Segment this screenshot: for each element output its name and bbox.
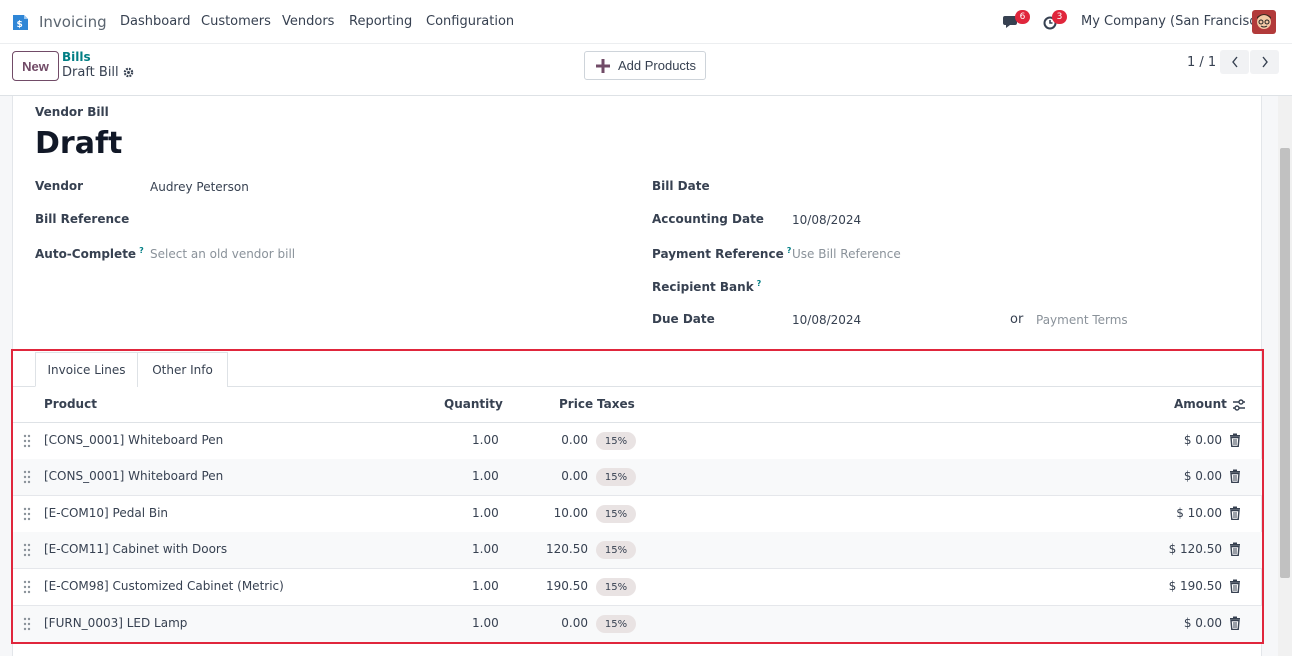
activities-badge: 3 (1052, 10, 1067, 24)
accounting-date-field[interactable]: 10/08/2024 (792, 213, 861, 227)
gear-icon[interactable] (123, 67, 134, 78)
user-avatar[interactable] (1252, 10, 1276, 34)
add-products-label: Add Products (618, 58, 697, 73)
chevron-right-icon (1261, 56, 1268, 68)
activities-button[interactable]: 3 (1043, 10, 1067, 32)
help-tooltip-icon[interactable]: ? (787, 246, 792, 255)
control-panel: New Bills Draft Bill Add Products 1 / 1 (0, 44, 1292, 96)
new-button[interactable]: New (12, 51, 59, 81)
accounting-date-label: Accounting Date (652, 212, 764, 226)
invoicing-app-icon[interactable]: $ (12, 13, 29, 31)
due-date-label: Due Date (652, 312, 715, 326)
app-name[interactable]: Invoicing (39, 13, 107, 31)
bill-date-field[interactable] (792, 180, 992, 196)
menu-reporting[interactable]: Reporting (349, 14, 412, 29)
bill-reference-field[interactable] (150, 213, 610, 229)
messages-badge: 6 (1015, 10, 1030, 24)
payment-reference-label-text: Payment Reference (652, 247, 784, 261)
document-status-title: Draft (35, 126, 123, 161)
bill-date-label: Bill Date (652, 179, 710, 193)
add-products-button[interactable]: Add Products (584, 51, 706, 80)
pager-next-button[interactable] (1250, 50, 1279, 74)
plus-icon (596, 58, 610, 73)
scrollbar-thumb[interactable] (1280, 148, 1290, 578)
payment-terms-field[interactable]: Payment Terms (1036, 313, 1128, 327)
vendor-field[interactable]: Audrey Peterson (150, 180, 249, 194)
breadcrumb-current: Draft Bill (62, 65, 134, 80)
auto-complete-label: Auto-Complete? (35, 246, 144, 261)
payment-reference-field[interactable]: Use Bill Reference (792, 247, 901, 261)
messages-button[interactable]: 6 (1003, 10, 1030, 32)
top-navbar: $ Invoicing Dashboard Customers Vendors … (0, 0, 1292, 44)
due-date-or-text: or (1010, 312, 1024, 327)
help-tooltip-icon[interactable]: ? (757, 279, 762, 288)
recipient-bank-field[interactable] (792, 280, 992, 296)
document-type-label: Vendor Bill (35, 105, 109, 119)
pager-value[interactable]: 1 / 1 (1187, 55, 1216, 70)
breadcrumb-current-label: Draft Bill (62, 65, 119, 80)
due-date-field[interactable]: 10/08/2024 (792, 313, 861, 327)
auto-complete-field[interactable]: Select an old vendor bill (150, 247, 295, 261)
recipient-bank-label: Recipient Bank? (652, 279, 761, 294)
help-tooltip-icon[interactable]: ? (139, 246, 144, 255)
recipient-bank-label-text: Recipient Bank (652, 280, 754, 294)
chevron-left-icon (1231, 56, 1238, 68)
menu-configuration[interactable]: Configuration (426, 14, 514, 29)
auto-complete-label-text: Auto-Complete (35, 247, 137, 261)
menu-vendors[interactable]: Vendors (282, 14, 334, 29)
pager-previous-button[interactable] (1220, 50, 1249, 74)
menu-customers[interactable]: Customers (201, 14, 271, 29)
vendor-label: Vendor (35, 179, 84, 193)
bill-reference-label: Bill Reference (35, 212, 130, 226)
breadcrumb-bills[interactable]: Bills (62, 50, 91, 64)
company-switcher[interactable]: My Company (San Francisco) (1081, 14, 1269, 29)
menu-dashboard[interactable]: Dashboard (120, 14, 191, 29)
svg-text:$: $ (17, 20, 23, 30)
payment-reference-label: Payment Reference? (652, 246, 791, 261)
invoice-lines-highlight (11, 349, 1264, 644)
